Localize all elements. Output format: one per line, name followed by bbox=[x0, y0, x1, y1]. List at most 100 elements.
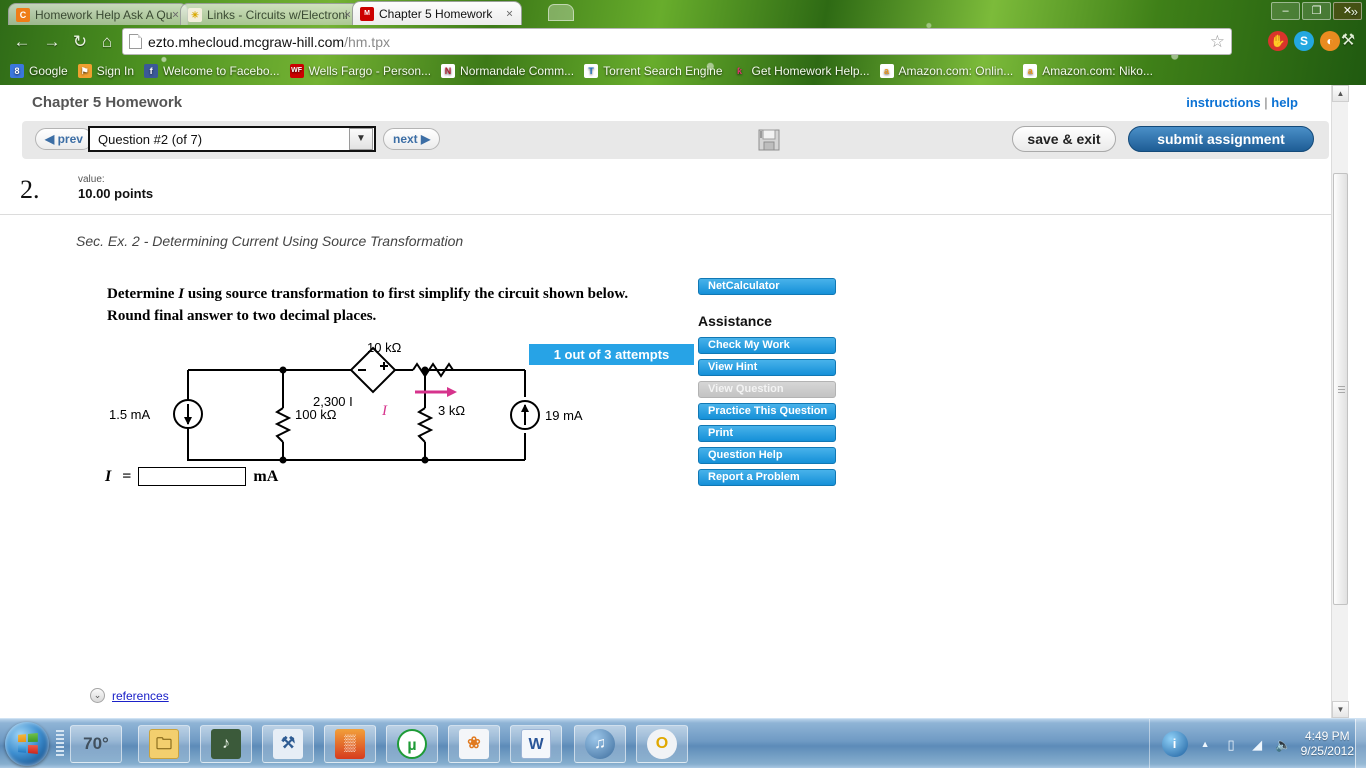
bookmark-amazon-2[interactable]: a Amazon.com: Niko... bbox=[1023, 64, 1153, 78]
bookmarks-overflow-icon[interactable]: » bbox=[1351, 4, 1358, 19]
wrench-menu-icon[interactable]: ⚒ bbox=[1338, 30, 1358, 52]
home-icon[interactable]: ⌂ bbox=[95, 30, 119, 54]
chevron-down-icon[interactable]: ⌄ bbox=[90, 688, 105, 703]
label-current-I: I bbox=[381, 403, 388, 419]
answer-input[interactable] bbox=[138, 467, 247, 486]
microsoft-word-icon[interactable]: W bbox=[510, 725, 562, 763]
winrar-icon[interactable]: ▒ bbox=[324, 725, 376, 763]
header-link-separator: | bbox=[1260, 95, 1272, 110]
url-path: /hm.tpx bbox=[344, 33, 390, 50]
orbit-icon[interactable]: ◐ bbox=[1320, 31, 1340, 51]
url-text: ezto.mhecloud.mcgraw-hill.com/hm.tpx bbox=[148, 34, 1206, 50]
chevron-down-icon[interactable]: ▼ bbox=[349, 128, 373, 150]
music-note-icon: ♪ bbox=[211, 729, 241, 759]
bookmark-amazon-1[interactable]: a Amazon.com: Onlin... bbox=[879, 64, 1013, 78]
question-help-button[interactable]: Question Help bbox=[698, 447, 836, 464]
battery-icon[interactable]: ▯ bbox=[1223, 736, 1240, 753]
view-hint-button[interactable]: View Hint bbox=[698, 359, 836, 376]
bookmark-normandale[interactable]: N Normandale Comm... bbox=[441, 64, 574, 78]
show-desktop-button[interactable] bbox=[1355, 719, 1366, 768]
report-a-problem-button[interactable]: Report a Problem bbox=[698, 469, 836, 486]
scroll-up-arrow[interactable]: ▲ bbox=[1332, 85, 1349, 102]
minimize-button[interactable]: – bbox=[1271, 2, 1300, 20]
view-question-button: View Question bbox=[698, 381, 836, 398]
scroll-down-arrow[interactable]: ▼ bbox=[1332, 701, 1349, 718]
netcalculator-button[interactable]: NetCalculator bbox=[698, 278, 836, 295]
label-dependent-source: 2,300 I bbox=[313, 394, 353, 409]
bookmark-sign-in-label: Sign In bbox=[96, 64, 135, 78]
print-button[interactable]: Print bbox=[698, 425, 836, 442]
maximize-button[interactable]: ❐ bbox=[1302, 2, 1331, 20]
new-tab-button[interactable] bbox=[548, 4, 574, 21]
answer-unit: mA bbox=[253, 467, 279, 485]
volume-muted-icon[interactable]: 🔈 bbox=[1275, 736, 1292, 753]
question-value-row: 2. value: 10.00 points bbox=[0, 173, 1348, 215]
question-selector[interactable]: Question #2 (of 7) ▼ bbox=[88, 126, 376, 152]
normandale-icon: N bbox=[441, 64, 456, 78]
prev-question-button[interactable]: ◀ prev bbox=[35, 128, 93, 150]
bookmark-normandale-label: Normandale Comm... bbox=[460, 64, 575, 78]
opera-icon[interactable]: O bbox=[636, 725, 688, 763]
windows-explorer-icon[interactable]: 🗀 bbox=[138, 725, 190, 763]
resistor-100k bbox=[274, 407, 292, 443]
clock[interactable]: 4:49 PM 9/25/2012 bbox=[1301, 729, 1354, 759]
back-icon[interactable]: ← bbox=[10, 30, 34, 54]
tab-3-close-icon[interactable]: × bbox=[503, 7, 516, 20]
bookmark-sign-in[interactable]: ⚑ Sign In bbox=[77, 64, 135, 78]
save-and-exit-button[interactable]: save & exit bbox=[1012, 126, 1116, 152]
homework-page: Chapter 5 Homework instructions | help ◀… bbox=[0, 85, 1349, 718]
itunes-icon[interactable]: ♫ bbox=[574, 725, 626, 763]
photo-viewer-icon[interactable]: ❀ bbox=[448, 725, 500, 763]
question-selector-value: Question #2 (of 7) bbox=[98, 131, 203, 147]
homework-help-favicon-icon: C bbox=[16, 7, 30, 22]
instructions-link[interactable]: instructions bbox=[1186, 95, 1260, 110]
bookmark-get-homework-help[interactable]: ƙ Get Homework Help... bbox=[733, 64, 870, 78]
forward-icon[interactable]: → bbox=[40, 30, 64, 54]
system-tools-icon[interactable]: ⚒ bbox=[262, 725, 314, 763]
submit-assignment-button[interactable]: submit assignment bbox=[1128, 126, 1314, 152]
bookmark-facebook-label: Welcome to Facebo... bbox=[163, 64, 280, 78]
circuit-diagram: 1.5 mA 100 kΩ 2,300 I 10 kΩ 3 kΩ 19 mA I bbox=[95, 330, 615, 475]
practice-this-question-button[interactable]: Practice This Question bbox=[698, 403, 836, 420]
question-prompt: Determine I using source transformation … bbox=[107, 284, 669, 328]
weather-gadget[interactable]: 70° bbox=[70, 725, 122, 763]
system-tray: i ▲ ▯ ◢ 🔈 4:49 PM 9/25/2012 bbox=[1148, 719, 1362, 768]
media-player-icon[interactable]: ♪ bbox=[200, 725, 252, 763]
windows-start-orb[interactable] bbox=[5, 722, 49, 766]
bookmark-get-homework-help-label: Get Homework Help... bbox=[751, 64, 870, 78]
label-resistor-100k: 100 kΩ bbox=[295, 407, 337, 422]
browser-chrome: – ❐ ✕ C Homework Help Ask A Qu × ✳ Links… bbox=[0, 0, 1366, 85]
taskbar-grip[interactable] bbox=[56, 730, 64, 758]
header-links: instructions | help bbox=[1186, 95, 1298, 110]
skype-icon[interactable]: S bbox=[1294, 31, 1314, 51]
bookmark-facebook[interactable]: f Welcome to Facebo... bbox=[144, 64, 280, 78]
reload-icon[interactable]: ↻ bbox=[68, 30, 92, 54]
browser-tab-1[interactable]: C Homework Help Ask A Qu × bbox=[8, 3, 188, 25]
address-bar[interactable]: ezto.mhecloud.mcgraw-hill.com/hm.tpx ☆ bbox=[122, 28, 1232, 55]
page-viewport: Chapter 5 Homework instructions | help ◀… bbox=[0, 85, 1366, 718]
prompt-part-1: Determine bbox=[107, 286, 179, 302]
page-scrollbar[interactable]: ▲ ▼ bbox=[1331, 85, 1349, 718]
tray-overflow-icon[interactable]: ▲ bbox=[1197, 736, 1214, 753]
utorrent-icon[interactable]: µ bbox=[386, 725, 438, 763]
browser-tab-2[interactable]: ✳ Links - Circuits w/Electroni × bbox=[180, 3, 360, 25]
network-signal-icon[interactable]: ◢ bbox=[1249, 736, 1266, 753]
references[interactable]: ⌄ references bbox=[90, 688, 169, 703]
action-center-icon[interactable]: i bbox=[1161, 731, 1188, 757]
assistance-panel: NetCalculator Assistance Check My Work V… bbox=[698, 278, 838, 491]
help-link[interactable]: help bbox=[1271, 95, 1298, 110]
browser-tab-3[interactable]: M Chapter 5 Homework × bbox=[352, 1, 522, 25]
references-link[interactable]: references bbox=[112, 689, 169, 703]
bookmark-star-icon[interactable]: ☆ bbox=[1210, 32, 1225, 52]
check-my-work-button[interactable]: Check My Work bbox=[698, 337, 836, 354]
bookmark-torrent-search[interactable]: T Torrent Search Engine bbox=[584, 64, 723, 78]
adblock-icon[interactable]: ✋ bbox=[1268, 31, 1288, 51]
bookmark-wells-fargo[interactable]: WF Wells Fargo - Person... bbox=[289, 64, 431, 78]
tab-strip: C Homework Help Ask A Qu × ✳ Links - Cir… bbox=[8, 0, 522, 25]
next-question-button[interactable]: next ▶ bbox=[383, 128, 441, 150]
mu-icon: µ bbox=[397, 729, 427, 759]
floppy-disk-save-icon[interactable] bbox=[755, 127, 783, 153]
bookmark-google[interactable]: 8 Google bbox=[10, 64, 68, 78]
opera-o-icon: O bbox=[647, 729, 677, 759]
scrollbar-thumb[interactable] bbox=[1333, 173, 1348, 605]
